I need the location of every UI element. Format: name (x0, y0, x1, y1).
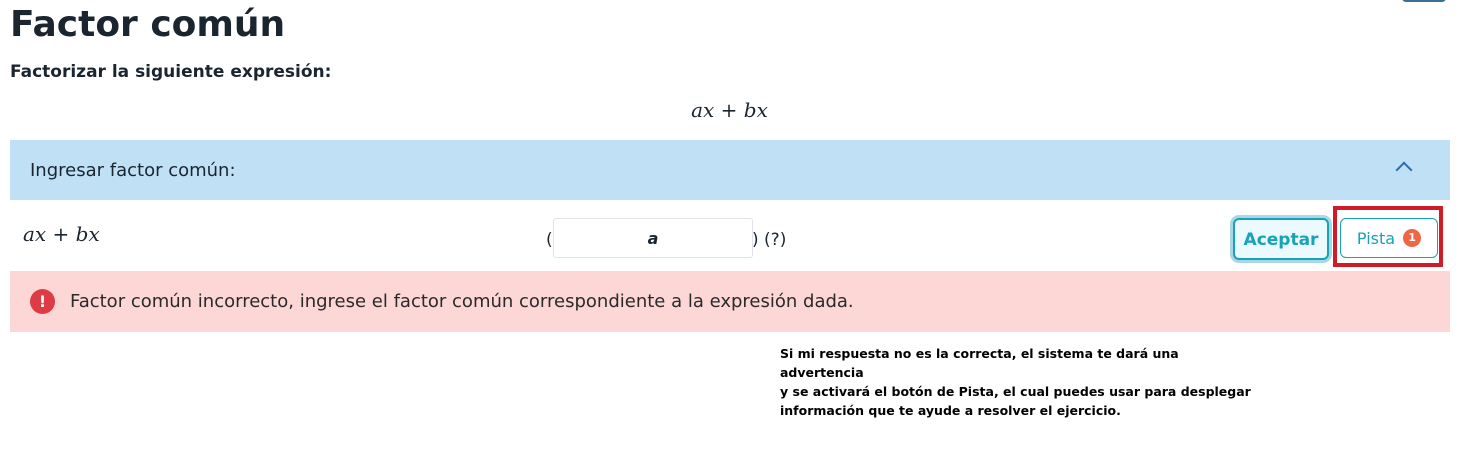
annotation-note: Si mi respuesta no es la correcta, el si… (780, 346, 1251, 418)
instruction-text: Factorizar la siguiente expresión: (10, 62, 332, 82)
top-right-tab[interactable] (1402, 0, 1446, 2)
alert-message: Factor común incorrecto, ingrese el fact… (70, 291, 854, 312)
close-parenthesis: ) (?) (752, 230, 787, 250)
accept-button[interactable]: Aceptar (1233, 218, 1329, 260)
open-parenthesis: ( (546, 230, 553, 250)
hint-button[interactable]: Pista 1 (1340, 218, 1438, 258)
hint-button-label: Pista (1356, 228, 1396, 248)
accordion-header[interactable]: Ingresar factor común: (10, 140, 1450, 200)
error-alert: ! Factor común incorrecto, ingrese el fa… (10, 271, 1450, 332)
page-title: Factor común (10, 4, 286, 45)
accordion-label: Ingresar factor común: (30, 160, 236, 181)
factor-input[interactable] (553, 218, 753, 258)
expression-display: ax + bx (691, 98, 768, 122)
row-expression: ax + bx (23, 222, 100, 246)
chevron-up-icon[interactable] (1395, 161, 1413, 179)
hint-count-badge: 1 (1403, 229, 1422, 247)
exclamation-circle-icon: ! (30, 289, 55, 314)
